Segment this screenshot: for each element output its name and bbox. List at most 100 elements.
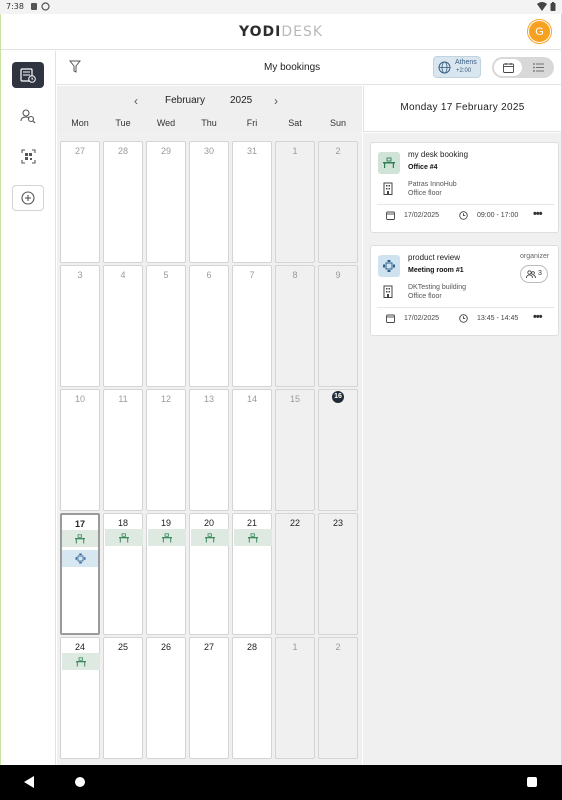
- calendar-day-cell[interactable]: 8: [275, 265, 315, 387]
- day-number: 27: [203, 642, 214, 652]
- booking-building: DKTesting building: [408, 284, 466, 291]
- weekday-label: Tue: [115, 118, 131, 128]
- nav-my-bookings-button[interactable]: [12, 62, 44, 88]
- recents-icon[interactable]: [527, 777, 537, 787]
- calendar-day-cell[interactable]: 15: [275, 389, 315, 511]
- selected-day-header: Monday 17 February 2025: [363, 86, 561, 132]
- calendar-day-cell[interactable]: 12: [146, 389, 186, 511]
- desk-booking-marker[interactable]: [105, 529, 143, 546]
- booking-floor: Office floor: [408, 293, 442, 300]
- day-number: 3: [77, 270, 83, 280]
- day-number: 27: [74, 146, 85, 156]
- month-year: 2025: [230, 95, 253, 106]
- calendar-day-cell[interactable]: 26: [146, 637, 186, 759]
- calendar-day-cell[interactable]: 5: [146, 265, 186, 387]
- home-icon[interactable]: [75, 777, 85, 787]
- calendar-day-cell[interactable]: 28: [232, 637, 272, 759]
- calendar-day-cell[interactable]: 20: [189, 513, 229, 635]
- day-number: 25: [117, 642, 128, 652]
- calendar-view-button[interactable]: [494, 59, 522, 76]
- back-icon[interactable]: [24, 776, 35, 788]
- calendar-day-cell[interactable]: 3: [60, 265, 100, 387]
- list-view-button[interactable]: [524, 59, 552, 76]
- timezone-chip[interactable]: Athens +2:00: [433, 56, 481, 78]
- calendar-day-cell[interactable]: 6: [189, 265, 229, 387]
- calendar-day-cell[interactable]: 27: [60, 141, 100, 263]
- desk-icon: [75, 533, 85, 543]
- day-number: 15: [289, 394, 300, 404]
- add-icon: [21, 191, 35, 205]
- day-number: 14: [246, 394, 257, 404]
- weekday-label: Wed: [156, 118, 176, 128]
- bookings-toolbar: My bookings Athens +2:00: [57, 51, 561, 85]
- filter-button[interactable]: [69, 60, 83, 76]
- day-number: 26: [160, 642, 171, 652]
- previous-month-button[interactable]: ‹: [134, 94, 138, 108]
- calendar-day-cell[interactable]: 10: [60, 389, 100, 511]
- calendar-day-cell[interactable]: 24: [60, 637, 100, 759]
- calendar-day-cell[interactable]: 14: [232, 389, 272, 511]
- day-number: 10: [74, 394, 85, 404]
- calendar-day-cell[interactable]: 29: [146, 141, 186, 263]
- calendar-day-cell[interactable]: 11: [103, 389, 143, 511]
- day-number: 29: [160, 146, 171, 156]
- desk-booking-marker[interactable]: [191, 529, 229, 546]
- calendar-day-cell[interactable]: 23: [318, 513, 358, 635]
- find-person-icon: [20, 109, 36, 124]
- desk-booking-marker[interactable]: [148, 529, 186, 546]
- meeting-room-icon: [378, 255, 400, 277]
- building-icon: [383, 182, 393, 195]
- desk-booking-marker[interactable]: [62, 653, 100, 670]
- booking-card[interactable]: product review Meeting room #1 organizer…: [370, 245, 559, 336]
- nav-find-colleague-button[interactable]: [12, 103, 44, 129]
- booking-date: 17/02/2025: [404, 212, 440, 219]
- day-number: 4: [120, 270, 126, 280]
- page-title: My bookings: [264, 62, 321, 73]
- calendar-day-cell[interactable]: 13: [189, 389, 229, 511]
- calendar-day-cell[interactable]: 17: [60, 513, 100, 635]
- day-bookings-panel: my desk booking Office #4 Patras InnoHub…: [363, 133, 561, 765]
- calendar-day-cell[interactable]: 30: [189, 141, 229, 263]
- desk-booking-marker[interactable]: [62, 530, 98, 547]
- calendar-day-cell[interactable]: 19: [146, 513, 186, 635]
- day-number: 12: [160, 394, 171, 404]
- day-number: 2: [335, 146, 341, 156]
- next-month-button[interactable]: ›: [274, 94, 278, 108]
- attendees-button[interactable]: 3: [520, 265, 548, 283]
- wifi-icon: [537, 2, 547, 11]
- user-avatar[interactable]: G: [528, 20, 551, 43]
- nav-qr-scan-button[interactable]: [12, 143, 44, 169]
- day-number: 17: [74, 519, 85, 529]
- calendar-day-cell[interactable]: 7: [232, 265, 272, 387]
- calendar-day-cell[interactable]: 16: [318, 389, 358, 511]
- desk-icon: [76, 656, 86, 666]
- calendar-icon: [386, 211, 395, 220]
- nav-new-booking-button[interactable]: [12, 185, 44, 211]
- weekday-label: Sun: [329, 118, 346, 128]
- more-options-icon[interactable]: •••: [533, 208, 543, 220]
- booking-title: my desk booking: [408, 150, 469, 159]
- calendar-day-cell[interactable]: 31: [232, 141, 272, 263]
- weekday-label: Sat: [288, 118, 302, 128]
- calendar-day-cell[interactable]: 21: [232, 513, 272, 635]
- calendar-day-cell[interactable]: 22: [275, 513, 315, 635]
- calendar-day-cell[interactable]: 2: [318, 637, 358, 759]
- organizer-label: organizer: [520, 253, 550, 260]
- booking-floor: Office floor: [408, 190, 442, 197]
- building-icon: [383, 285, 393, 298]
- calendar-day-cell[interactable]: 4: [103, 265, 143, 387]
- booking-card[interactable]: my desk booking Office #4 Patras InnoHub…: [370, 142, 559, 233]
- desk-booking-marker[interactable]: [234, 529, 272, 546]
- calendar-day-cell[interactable]: 1: [275, 637, 315, 759]
- calendar-day-cell[interactable]: 9: [318, 265, 358, 387]
- calendar-day-cell[interactable]: 28: [103, 141, 143, 263]
- calendar-day-cell[interactable]: 2: [318, 141, 358, 263]
- room-booking-marker[interactable]: [62, 550, 98, 567]
- clock-icon: [459, 211, 468, 220]
- calendar-day-cell[interactable]: 1: [275, 141, 315, 263]
- more-options-icon[interactable]: •••: [533, 311, 543, 323]
- calendar-day-cell[interactable]: 18: [103, 513, 143, 635]
- day-number: 13: [203, 394, 214, 404]
- calendar-day-cell[interactable]: 25: [103, 637, 143, 759]
- calendar-day-cell[interactable]: 27: [189, 637, 229, 759]
